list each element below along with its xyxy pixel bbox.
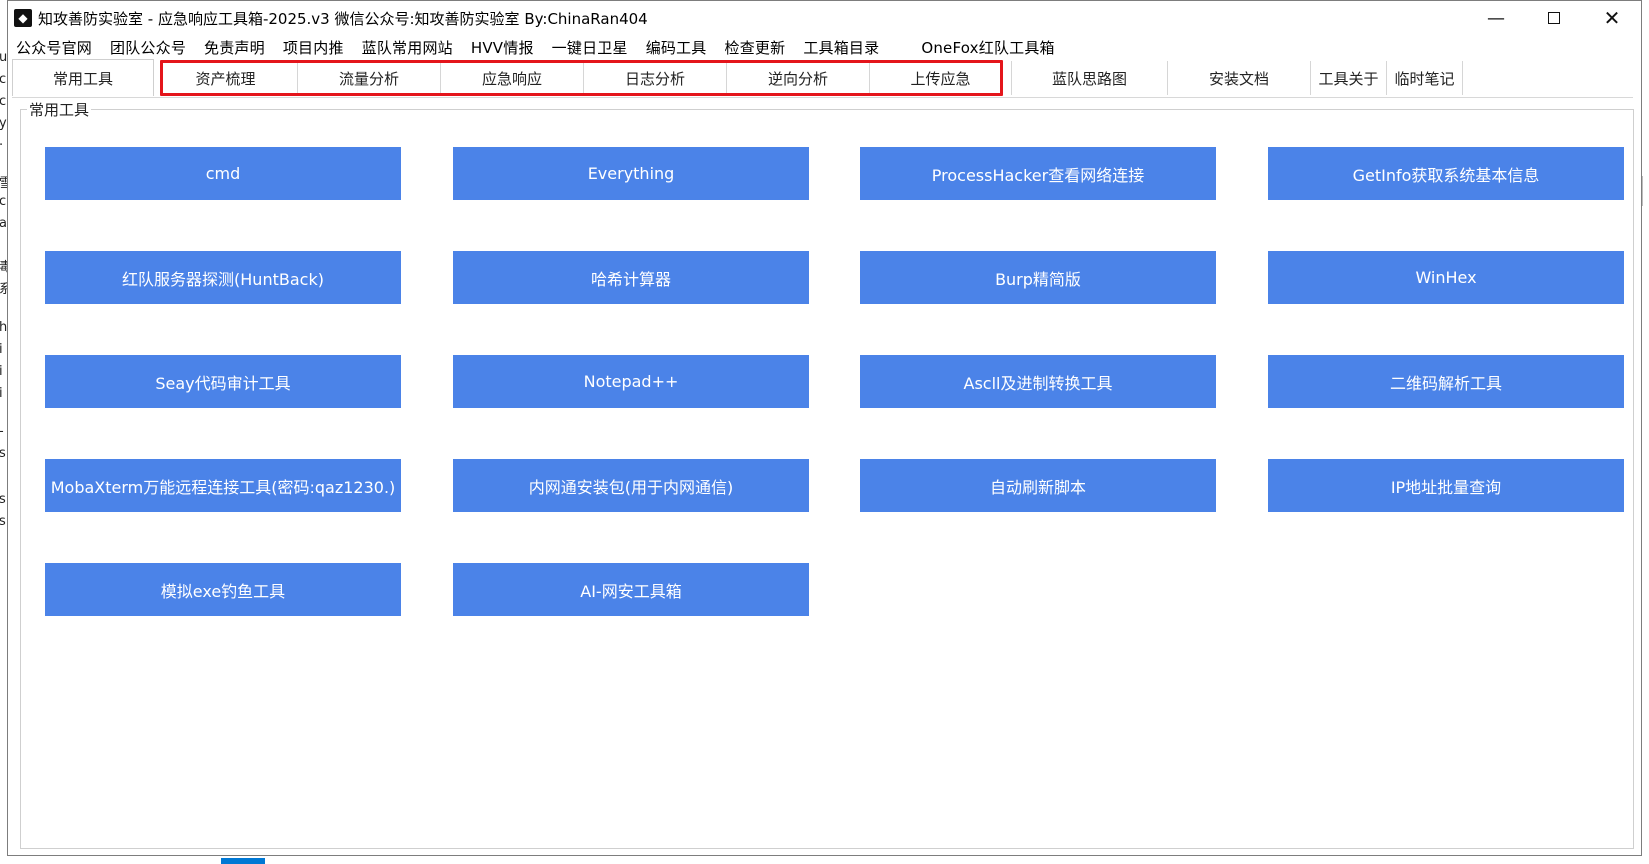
background-char: c [0, 72, 7, 87]
tool-notepadpp-button[interactable]: Notepad++ [453, 355, 809, 408]
background-char: s [0, 446, 6, 461]
tool-phishing-exe-button[interactable]: 模拟exe钓鱼工具 [45, 563, 401, 616]
menu-project-referral[interactable]: 项目内推 [283, 37, 344, 58]
minimize-button[interactable]: — [1467, 1, 1525, 35]
tab-incident-response[interactable]: 应急响应 [441, 61, 584, 95]
menu-onefox-toolbox[interactable]: OneFox红队工具箱 [921, 37, 1054, 58]
tool-winhex-button[interactable]: WinHex [1268, 251, 1624, 304]
title-bar[interactable]: ◆ 知攻善防实验室 - 应急响应工具箱-2025.v3 微信公众号:知攻善防实验… [8, 1, 1641, 35]
tab-common-tools[interactable]: 常用工具 [12, 59, 154, 96]
tab-log-analysis[interactable]: 日志分析 [584, 61, 727, 95]
background-char: s [0, 514, 6, 529]
section-label: 常用工具 [27, 99, 92, 120]
background-char: u [0, 50, 7, 65]
window-title: 知攻善防实验室 - 应急响应工具箱-2025.v3 微信公众号:知攻善防实验室 … [38, 9, 648, 28]
background-char: y [0, 116, 7, 131]
close-button[interactable]: ✕ [1583, 1, 1641, 35]
background-char: s [0, 492, 6, 507]
tool-huntback-button[interactable]: 红队服务器探测(HuntBack) [45, 251, 401, 304]
tab-asset-inventory[interactable]: 资产梳理 [154, 61, 298, 95]
tab-traffic-analysis[interactable]: 流量分析 [298, 61, 441, 95]
tool-qrcode-parser-button[interactable]: 二维码解析工具 [1268, 355, 1624, 408]
menu-official-site[interactable]: 公众号官网 [16, 37, 92, 58]
maximize-icon [1548, 12, 1560, 24]
menu-hvv-intel[interactable]: HVV情报 [471, 37, 534, 58]
background-char: 雪 [0, 176, 7, 191]
tab-temp-notes[interactable]: 临时笔记 [1387, 61, 1463, 95]
tool-seay-button[interactable]: Seay代码审计工具 [45, 355, 401, 408]
menu-satellite[interactable]: 一键日卫星 [552, 37, 628, 58]
tool-cmd-button[interactable]: cmd [45, 147, 401, 200]
taskbar-highlight [221, 858, 265, 864]
background-char: · [0, 138, 3, 153]
tool-getinfo-button[interactable]: GetInfo获取系统基本信息 [1268, 147, 1624, 200]
background-char: c [0, 94, 7, 109]
menu-toolbox-directory[interactable]: 工具箱目录 [803, 37, 879, 58]
tab-upload-emergency[interactable]: 上传应急 [870, 61, 1012, 95]
menu-encoding-tools[interactable]: 编码工具 [646, 37, 707, 58]
tool-everything-button[interactable]: Everything [453, 147, 809, 200]
background-char: i [0, 364, 3, 379]
tab-install-docs[interactable]: 安装文档 [1168, 61, 1311, 95]
background-char: c [0, 194, 7, 209]
menu-team-account[interactable]: 团队公众号 [110, 37, 186, 58]
tab-blue-team-map[interactable]: 蓝队思路图 [1012, 61, 1168, 95]
app-window: ◆ 知攻善防实验室 - 应急响应工具箱-2025.v3 微信公众号:知攻善防实验… [7, 0, 1642, 856]
background-char: i [0, 386, 3, 401]
right-background-edge [1642, 0, 1649, 864]
tool-auto-refresh-button[interactable]: 自动刷新脚本 [860, 459, 1216, 512]
background-char: a [0, 216, 7, 231]
tool-ai-security-box-button[interactable]: AI-网安工具箱 [453, 563, 809, 616]
background-char: i [0, 342, 3, 357]
tool-processhacker-button[interactable]: ProcessHacker查看网络连接 [860, 147, 1216, 200]
maximize-button[interactable] [1525, 1, 1583, 35]
menu-blue-team-sites[interactable]: 蓝队常用网站 [362, 37, 453, 58]
menu-disclaimer[interactable]: 免责声明 [204, 37, 265, 58]
tool-mobaxterm-button[interactable]: MobaXterm万能远程连接工具(密码:qaz1230.) [45, 459, 401, 512]
tab-content-panel: 常用工具 cmd Everything ProcessHacker查看网络连接 … [20, 99, 1634, 849]
tab-strip: 常用工具 资产梳理 流量分析 应急响应 日志分析 逆向分析 上传应急 蓝队思路图… [12, 59, 1633, 98]
tool-hash-calculator-button[interactable]: 哈希计算器 [453, 251, 809, 304]
tool-burp-button[interactable]: Burp精简版 [860, 251, 1216, 304]
app-logo-icon: ◆ [14, 9, 32, 27]
background-edge-mark [1642, 176, 1649, 206]
tab-about-tools[interactable]: 工具关于 [1311, 61, 1387, 95]
background-char: 毒 [0, 260, 7, 275]
background-char: 系 [0, 282, 7, 297]
menu-bar: 公众号官网 团队公众号 免责声明 项目内推 蓝队常用网站 HVV情报 一键日卫星… [8, 35, 1641, 59]
background-window-fragment: u c c y · 雪 c a 毒 系 h i i i - s s s [0, 40, 7, 864]
background-char: - [0, 424, 4, 439]
background-char: h [0, 320, 7, 335]
tool-ascii-converter-button[interactable]: Ascll及进制转换工具 [860, 355, 1216, 408]
tool-intranet-comm-button[interactable]: 内网通安装包(用于内网通信) [453, 459, 809, 512]
tool-ip-batch-query-button[interactable]: IP地址批量查询 [1268, 459, 1624, 512]
tab-reverse-analysis[interactable]: 逆向分析 [727, 61, 870, 95]
menu-check-update[interactable]: 检查更新 [725, 37, 786, 58]
window-controls: — ✕ [1467, 1, 1641, 35]
